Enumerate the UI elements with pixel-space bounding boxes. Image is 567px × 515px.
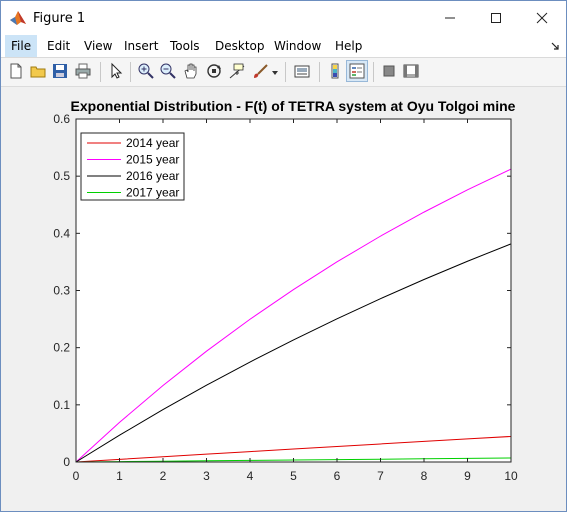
close-button[interactable] [519, 1, 565, 35]
figure-toolbar [1, 58, 566, 87]
matlab-icon [10, 11, 26, 25]
menu-edit[interactable]: Edit [47, 39, 70, 53]
zoom-in-icon[interactable] [137, 62, 155, 80]
new-figure-icon[interactable] [7, 62, 25, 80]
chart-title: Exponential Distribution - F(t) of TETRA… [71, 98, 516, 114]
colorbar-icon[interactable] [326, 62, 344, 80]
x-tick-label: 3 [203, 469, 210, 483]
toolbar-separator [373, 62, 374, 82]
legend-toggle-pressed[interactable] [346, 60, 368, 82]
x-tick-label: 2 [160, 469, 167, 483]
window-title: Figure 1 [33, 11, 86, 26]
y-tick-label: 0.2 [53, 341, 70, 355]
y-tick-label: 0.6 [53, 112, 70, 126]
figure-canvas: 0 1 2 3 4 5 6 7 8 9 10 0 0.1 0.2 0.3 0.4 0.5 0.6 Exponent… [2, 87, 565, 510]
x-tick-label: 0 [73, 469, 80, 483]
y-tick-label: 0 [63, 455, 70, 469]
y-tick-label: 0.5 [53, 169, 70, 183]
legend-label: 2016 year [126, 169, 179, 183]
toolbar-separator [130, 62, 131, 82]
x-tick-label: 6 [334, 469, 341, 483]
maximize-icon [491, 13, 501, 23]
x-tick-label: 1 [116, 469, 123, 483]
legend-label: 2015 year [126, 153, 179, 167]
pan-icon[interactable] [182, 62, 200, 80]
figure-window: Figure 1 File Edit View Insert Tools Des… [0, 0, 567, 512]
x-tick-label: 9 [464, 469, 471, 483]
x-tick-label: 10 [504, 469, 518, 483]
toolbar-separator [100, 62, 101, 82]
print-icon[interactable] [74, 62, 92, 80]
dock-arrow-icon[interactable] [550, 41, 560, 51]
x-tick-label: 8 [421, 469, 428, 483]
x-tick-label: 4 [247, 469, 254, 483]
save-icon[interactable] [51, 62, 69, 80]
x-tick-label: 5 [290, 469, 297, 483]
menu-bar: File Edit View Insert Tools Desktop Wind… [1, 35, 566, 58]
y-tick-label: 0.4 [53, 226, 70, 240]
toolbar-separator [285, 62, 286, 82]
brush-icon[interactable] [252, 62, 270, 80]
minimize-icon [445, 17, 455, 19]
menu-help[interactable]: Help [335, 39, 362, 53]
menu-window[interactable]: Window [274, 39, 321, 53]
menu-insert[interactable]: Insert [124, 39, 158, 53]
legend-icon [349, 63, 365, 79]
x-tick-label: 7 [377, 469, 384, 483]
menu-tools[interactable]: Tools [170, 39, 200, 53]
y-tick-label: 0.1 [53, 398, 70, 412]
legend-label: 2014 year [126, 136, 179, 150]
menu-file[interactable]: File [11, 39, 31, 53]
chevron-down-icon[interactable] [272, 71, 278, 75]
open-file-icon[interactable] [29, 62, 47, 80]
menu-view[interactable]: View [84, 39, 112, 53]
menu-desktop[interactable]: Desktop [215, 39, 265, 53]
title-bar: Figure 1 [1, 1, 566, 35]
minimize-button[interactable] [427, 1, 473, 35]
show-plot-tools-icon[interactable] [402, 62, 420, 80]
y-tick-label: 0.3 [53, 284, 70, 298]
rotate-3d-icon[interactable] [205, 62, 223, 80]
toolbar-separator [319, 62, 320, 82]
legend-label: 2017 year [126, 186, 179, 200]
data-cursor-icon[interactable] [228, 62, 246, 80]
pointer-icon[interactable] [107, 62, 125, 80]
hide-plot-tools-icon[interactable] [380, 62, 398, 80]
plot-area: 0 1 2 3 4 5 6 7 8 9 10 0 0.1 0.2 0.3 0.4 0.5 0.6 Exponent… [53, 98, 518, 483]
link-plot-icon[interactable] [293, 62, 311, 80]
close-icon [536, 12, 548, 24]
legend[interactable]: 2014 year 2015 year 2016 year 2017 year [80, 132, 185, 201]
zoom-out-icon[interactable] [159, 62, 177, 80]
maximize-button[interactable] [473, 1, 519, 35]
